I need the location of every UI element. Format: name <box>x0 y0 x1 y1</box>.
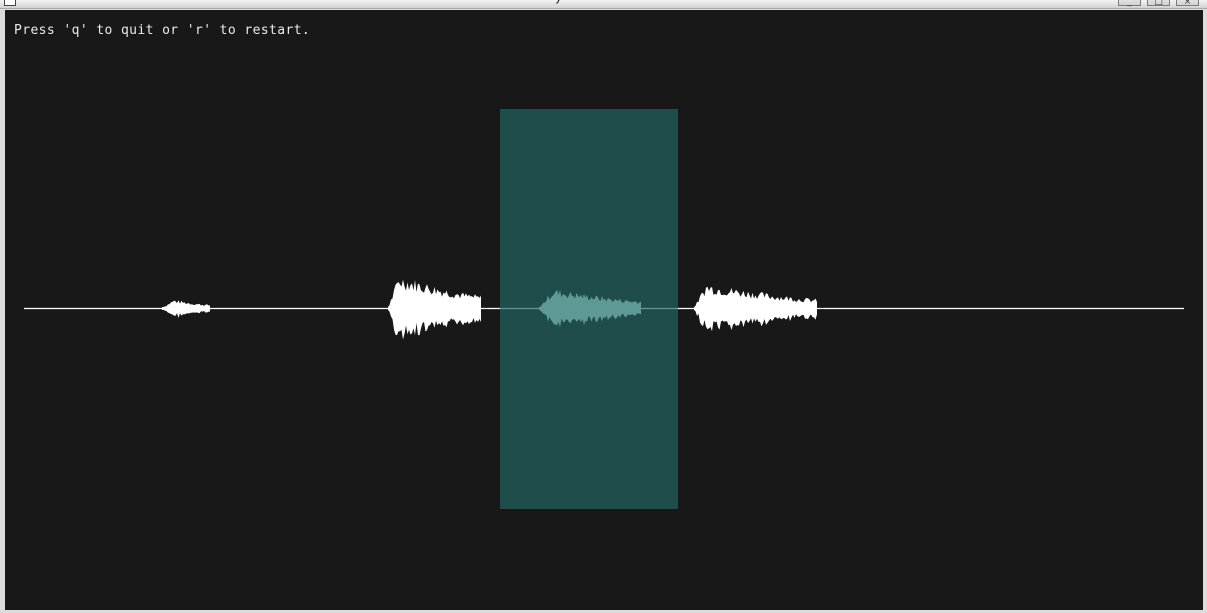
app-window: y _ □ × Press 'q' to quit or 'r' to rest… <box>0 0 1207 613</box>
window-title: y <box>555 0 562 4</box>
waveform-canvas[interactable]: Press 'q' to quit or 'r' to restart. <box>5 10 1203 610</box>
waveform-burst <box>694 286 817 332</box>
close-icon: × <box>1183 0 1192 7</box>
title-bar[interactable]: y _ □ × <box>0 0 1207 9</box>
waveform-burst <box>162 300 210 318</box>
minimize-icon: _ <box>1127 0 1132 7</box>
app-icon <box>4 0 16 6</box>
close-button[interactable]: × <box>1176 0 1199 7</box>
waveform-view[interactable] <box>5 10 1203 610</box>
waveform <box>162 279 817 340</box>
waveform-burst <box>388 279 481 340</box>
maximize-button[interactable]: □ <box>1147 0 1170 7</box>
minimize-button[interactable]: _ <box>1118 0 1141 7</box>
maximize-icon: □ <box>1154 0 1163 7</box>
